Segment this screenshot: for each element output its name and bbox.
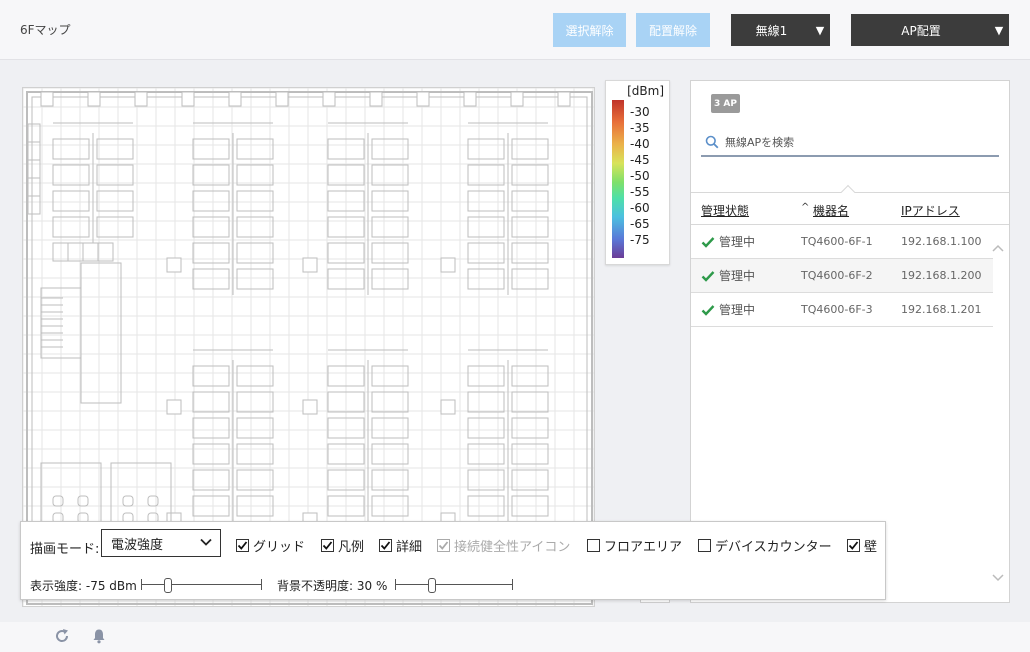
ap-place-dropdown[interactable]: AP配置 ▼	[851, 14, 1009, 46]
status-cell: 管理中	[701, 267, 755, 284]
status-cell: 管理中	[701, 301, 755, 318]
search-icon	[701, 131, 723, 153]
status-cell: 管理中	[701, 233, 755, 250]
opacity-label: 背景不透明度: 30 %	[277, 579, 388, 593]
legend-color-bar	[612, 100, 624, 258]
legend-tick: -60	[630, 201, 650, 215]
detail-checkbox[interactable]: 詳細	[379, 536, 422, 555]
legend-tick: -55	[630, 185, 650, 199]
unplace-button[interactable]: 配置解除	[636, 13, 710, 47]
checkbox-unchecked-icon[interactable]	[587, 539, 600, 552]
draw-mode-select[interactable]: 電波強度	[101, 529, 221, 557]
column-header-status[interactable]: 管理状態	[701, 202, 749, 219]
checkbox-label: 凡例	[338, 540, 365, 555]
sort-asc-icon: ^	[801, 202, 810, 213]
check-icon	[701, 304, 715, 316]
slider-thumb[interactable]	[428, 578, 436, 593]
legend-tick: -30	[630, 105, 650, 119]
wall-checkbox[interactable]: 壁	[847, 536, 877, 555]
checkbox-checked-icon[interactable]	[321, 539, 334, 552]
device-counter-checkbox[interactable]: デバイスカウンター	[698, 536, 832, 555]
legend-unit: [dBm]	[627, 84, 664, 98]
ap-search-input[interactable]	[723, 135, 983, 149]
check-icon	[701, 270, 715, 282]
bell-icon[interactable]	[90, 627, 108, 645]
checkbox-checked-icon[interactable]	[379, 539, 392, 552]
connection-health-checkbox: 接続健全性アイコン	[437, 536, 570, 555]
scroll-up-icon[interactable]	[992, 241, 1004, 255]
table-row[interactable]: 管理中 TQ4600-6F-1 192.168.1.100	[691, 225, 993, 259]
checkbox-checked-icon	[437, 539, 450, 552]
legend-tick: -50	[630, 169, 650, 183]
divider-notch	[840, 184, 856, 200]
checkbox-label: グリッド	[253, 540, 306, 555]
deselect-button[interactable]: 選択解除	[553, 13, 626, 47]
signal-legend: [dBm] -30 -35 -40 -45 -50 -55 -60 -65 -7…	[605, 80, 670, 265]
top-bar: 6Fマップ 選択解除 配置解除 無線1 ▼ AP配置 ▼	[0, 0, 1030, 60]
wireless-dropdown-label: 無線1	[755, 23, 788, 38]
checkbox-label: フロアエリア	[604, 540, 683, 555]
refresh-icon[interactable]	[53, 627, 71, 645]
checkbox-label: デバイスカウンター	[715, 540, 832, 555]
slider-thumb[interactable]	[164, 578, 172, 593]
ap-count-badge: 3 AP	[711, 94, 740, 113]
checkbox-label: 壁	[864, 540, 878, 555]
ap-place-dropdown-label: AP配置	[901, 23, 941, 38]
table-row[interactable]: 管理中 TQ4600-6F-2 192.168.1.200	[691, 259, 993, 293]
column-header-ip[interactable]: IPアドレス	[901, 202, 960, 219]
floor-area-checkbox[interactable]: フロアエリア	[587, 536, 682, 555]
legend-checkbox[interactable]: 凡例	[321, 536, 364, 555]
table-row[interactable]: 管理中 TQ4600-6F-3 192.168.1.201	[691, 293, 993, 327]
legend-tick: -45	[630, 153, 650, 167]
legend-tick: -65	[630, 217, 650, 231]
checkbox-unchecked-icon[interactable]	[698, 539, 711, 552]
caret-down-icon: ▼	[994, 23, 1004, 37]
checkbox-label: 詳細	[396, 540, 423, 555]
strength-label: 表示強度: -75 dBm	[30, 579, 137, 593]
display-controls: 描画モード: 電波強度 グリッド 凡例 詳細 接続健全性アイコン フロアエリア …	[20, 521, 886, 600]
status-text: 管理中	[719, 269, 756, 283]
ip-address: 192.168.1.100	[901, 235, 982, 248]
legend-tick: -35	[630, 121, 650, 135]
device-name: TQ4600-6F-1	[801, 235, 873, 248]
device-name: TQ4600-6F-2	[801, 269, 873, 282]
wireless-dropdown[interactable]: 無線1 ▼	[731, 14, 830, 46]
check-icon	[701, 236, 715, 248]
page-title: 6Fマップ	[20, 23, 71, 37]
checkbox-checked-icon[interactable]	[236, 539, 249, 552]
strength-slider[interactable]	[141, 578, 262, 593]
caret-down-icon: ▼	[815, 23, 825, 37]
chevron-down-icon	[199, 535, 213, 553]
opacity-slider[interactable]	[395, 578, 513, 593]
draw-mode-label: 描画モード:	[30, 542, 100, 557]
ap-search[interactable]	[701, 129, 999, 157]
ip-address: 192.168.1.201	[901, 303, 982, 316]
scroll-down-icon[interactable]	[992, 571, 1004, 585]
legend-tick: -75	[630, 233, 650, 247]
legend-tick: -40	[630, 137, 650, 151]
grid-checkbox[interactable]: グリッド	[236, 536, 305, 555]
device-name: TQ4600-6F-3	[801, 303, 873, 316]
ip-address: 192.168.1.200	[901, 269, 982, 282]
status-text: 管理中	[719, 235, 756, 249]
bottom-bar	[0, 622, 1030, 652]
checkbox-label: 接続健全性アイコン	[454, 540, 571, 555]
checkbox-checked-icon[interactable]	[847, 539, 860, 552]
status-text: 管理中	[719, 303, 756, 317]
draw-mode-value: 電波強度	[111, 537, 164, 553]
column-header-name[interactable]: 機器名	[813, 202, 849, 219]
